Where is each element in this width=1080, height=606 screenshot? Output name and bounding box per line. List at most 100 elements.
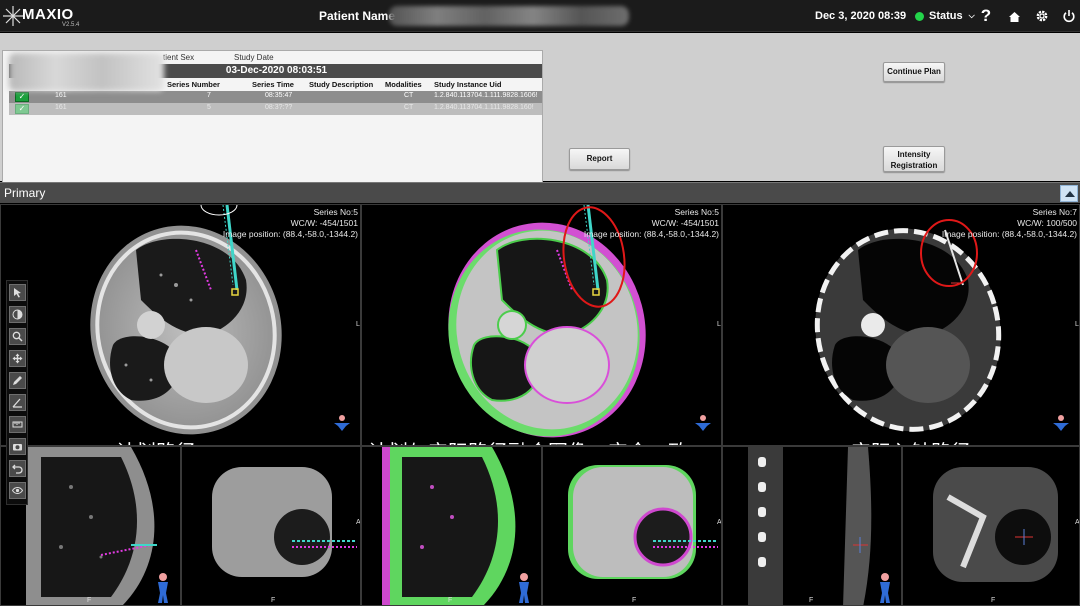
table-row[interactable]: ✓ 161 7 08:35:47 CT 1.2.840.113704.1.111… — [9, 91, 542, 103]
orientation-left: L — [1075, 321, 1079, 328]
power-icon[interactable] — [1060, 7, 1078, 25]
settings-icon[interactable] — [1033, 7, 1051, 25]
caption-fused: 计划与实际路径融合图像：完全一致 — [368, 436, 688, 445]
move-icon — [12, 353, 23, 364]
header-study-date: Study Date — [234, 53, 274, 62]
help-icon[interactable]: ? — [977, 6, 995, 25]
measure-tool[interactable] — [9, 372, 26, 389]
window-level-text: WC/W: -454/1501 — [651, 218, 719, 228]
orientation-foot: F — [448, 597, 453, 604]
collapse-up-icon[interactable] — [1060, 185, 1078, 202]
patient-info-redacted — [9, 53, 164, 91]
row-modality: CT — [404, 104, 414, 111]
status-indicator — [915, 11, 924, 21]
undo-icon — [12, 464, 23, 474]
orientation-foot: F — [271, 597, 276, 604]
col-series-time[interactable]: Series Time — [252, 80, 294, 89]
ct-coronal-fused-image — [568, 465, 718, 579]
orientation-figure-icon — [334, 415, 350, 431]
row-checkbox[interactable]: ✓ — [15, 104, 29, 114]
orientation-left: L — [717, 321, 721, 328]
orientation-figure-icon — [519, 573, 529, 603]
viewport-fused-axial[interactable]: Series No:5 WC/W: -454/1501 Image positi… — [361, 204, 722, 446]
viewport-planned-axial[interactable]: Series No:5 WC/W: -454/1501 Image positi… — [0, 204, 361, 446]
intensity-registration-label-1: Intensity — [897, 150, 931, 159]
patient-name-redacted — [389, 6, 629, 26]
angle-tool[interactable] — [9, 394, 26, 411]
logo-text: MAXIO — [22, 6, 74, 23]
ct-coronal-actual-image — [933, 467, 1058, 582]
screenshot-tool[interactable] — [9, 438, 26, 455]
window-level-text: WC/W: -454/1501 — [290, 218, 358, 228]
orientation-left: L — [356, 321, 360, 328]
eye-icon — [12, 487, 23, 494]
orientation-figure-icon — [695, 415, 711, 431]
patient-name-label: Patient Name — [319, 9, 396, 23]
orientation-foot: F — [632, 597, 637, 604]
maxio-app: MAXIO V2.5.4 Patient Name Dec 3, 2020 08… — [0, 0, 1080, 606]
ct-coronal-planned-image — [212, 467, 357, 577]
orientation-figure-icon — [158, 573, 168, 603]
intensity-registration-button[interactable]: Intensity Registration — [883, 146, 945, 172]
logo-star-icon — [3, 6, 23, 26]
col-modalities[interactable]: Modalities — [385, 80, 422, 89]
viewport-info: Series No:5 WC/W: -454/1501 Image positi… — [584, 207, 719, 240]
study-panel: tient Sex Study Date 03-Dec-2020 08:03:5… — [0, 33, 1080, 198]
report-button[interactable]: Report — [569, 148, 630, 170]
series-number-text: Series No:7 — [1032, 207, 1077, 217]
orientation-anterior: A — [717, 519, 722, 526]
pan-tool[interactable] — [9, 350, 26, 367]
home-icon[interactable] — [1005, 7, 1023, 25]
image-toolbar — [6, 280, 28, 505]
orientation-figure-icon — [880, 573, 890, 603]
contrast-tool[interactable] — [9, 306, 26, 323]
viewport-fused-coronal[interactable]: A F — [542, 446, 722, 606]
row-series-time: 08:35:47 — [265, 92, 293, 99]
viewport-fused-sagittal[interactable]: F — [361, 446, 542, 606]
viewport-actual-coronal[interactable]: A F — [902, 446, 1080, 606]
image-position-text: Image position: (88.4,-58.0,-1344.2) — [583, 229, 719, 239]
ct-axial-fused-image — [448, 205, 646, 438]
viewport-actual-sagittal[interactable]: F — [722, 446, 902, 606]
header-datetime: Dec 3, 2020 08:39 — [815, 10, 907, 22]
header-sex: tient Sex — [163, 53, 195, 62]
ct-axial-planned-image — [90, 205, 282, 435]
primary-label: Primary — [4, 186, 46, 200]
orientation-foot: F — [87, 597, 92, 604]
pointer-tool[interactable] — [9, 284, 26, 301]
zoom-tool[interactable] — [9, 328, 26, 345]
col-series-number[interactable]: Series Number — [167, 80, 220, 89]
visibility-tool[interactable] — [9, 482, 26, 499]
ruler-tool[interactable] — [9, 416, 26, 433]
orientation-anterior: A — [356, 519, 361, 526]
viewport-actual-axial[interactable]: Series No:7 WC/W: 100/500 Image position… — [722, 204, 1080, 446]
app-version: V2.5.4 — [62, 22, 80, 28]
row-cell: 161 — [55, 92, 67, 99]
continue-plan-button[interactable]: Continue Plan — [883, 62, 945, 82]
row-uid: 1.2.840.113704.1.111.9828.160! — [434, 104, 534, 111]
chevron-down-icon: ⌵ — [968, 11, 975, 20]
study-list: tient Sex Study Date 03-Dec-2020 08:03:5… — [2, 50, 543, 198]
camera-icon — [13, 444, 22, 451]
orientation-figure-icon — [1053, 415, 1069, 431]
orientation-anterior: A — [1075, 519, 1080, 526]
window-level-text: WC/W: 100/500 — [1017, 218, 1077, 228]
row-series-number: 7 — [207, 92, 211, 99]
undo-tool[interactable] — [9, 460, 26, 477]
col-study-description[interactable]: Study Description — [309, 80, 373, 89]
image-position-text: Image position: (88.4,-58.0,-1344.2) — [222, 229, 358, 239]
ct-axial-actual-image — [814, 219, 1002, 432]
row-series-number: 5 — [207, 104, 211, 111]
table-row[interactable]: ✓ 161 5 08:3?:?? CT 1.2.840.113704.1.111… — [9, 103, 542, 115]
series-number-text: Series No:5 — [674, 207, 719, 217]
viewport-planned-coronal[interactable]: A F — [181, 446, 361, 606]
intensity-registration-label-2: Registration — [890, 161, 938, 170]
status-menu[interactable]: Status ⌵ — [915, 8, 975, 24]
cursor-arrow-icon — [14, 288, 21, 298]
zoom-icon — [12, 331, 23, 342]
caption-actual: 实际入针路径 — [851, 436, 971, 445]
col-study-uid[interactable]: Study Instance Uid — [434, 80, 502, 89]
row-checkbox[interactable]: ✓ — [15, 92, 29, 102]
ruler-icon — [12, 421, 23, 428]
contrast-icon — [12, 309, 23, 320]
